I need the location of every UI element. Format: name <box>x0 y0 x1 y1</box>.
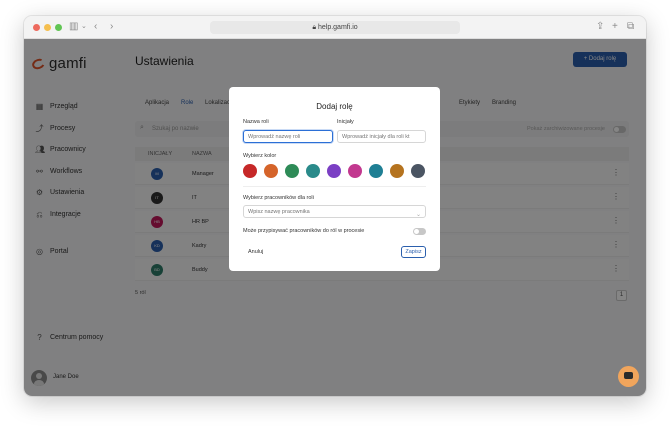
close-window-button[interactable] <box>33 24 40 31</box>
back-icon[interactable]: ‹ <box>94 21 97 33</box>
color-swatch[interactable] <box>369 164 383 178</box>
color-swatch[interactable] <box>264 164 278 178</box>
color-swatch[interactable] <box>243 164 257 178</box>
browser-window: ▥ ⌄ ‹ › 🔒︎ help.gamfi.io ⇪ + ⧉ gamfi ▦ Pr… <box>24 16 646 396</box>
color-swatch[interactable] <box>411 164 425 178</box>
assign-toggle[interactable] <box>413 228 426 235</box>
forward-icon[interactable]: › <box>110 21 113 33</box>
modal-backdrop[interactable]: Dodaj rolę Nazwa roli Inicjały Wybierz k… <box>24 39 646 396</box>
color-swatch[interactable] <box>348 164 362 178</box>
color-swatch[interactable] <box>327 164 341 178</box>
color-swatch[interactable] <box>306 164 320 178</box>
color-label: Wybierz kolor <box>243 153 277 159</box>
chevron-down-icon[interactable]: ⌄ <box>416 211 421 218</box>
role-name-input[interactable] <box>243 130 333 143</box>
address-bar[interactable]: 🔒︎ help.gamfi.io <box>210 21 460 34</box>
divider <box>243 186 426 187</box>
initials-label: Inicjały <box>337 119 354 125</box>
initials-input[interactable] <box>337 130 426 143</box>
role-name-label: Nazwa roli <box>243 119 269 125</box>
cancel-button[interactable]: Anuluj <box>248 249 263 255</box>
share-icon[interactable]: ⇪ <box>596 21 604 33</box>
color-swatch[interactable] <box>285 164 299 178</box>
add-role-modal: Dodaj rolę Nazwa roli Inicjały Wybierz k… <box>229 87 440 271</box>
url-text: help.gamfi.io <box>317 24 358 31</box>
maximize-window-button[interactable] <box>55 24 62 31</box>
chevron-down-icon[interactable]: ⌄ <box>81 21 87 33</box>
employees-label: Wybierz pracowników dla roli <box>243 195 314 201</box>
minimize-window-button[interactable] <box>44 24 51 31</box>
tabs-overview-icon[interactable]: ⧉ <box>627 21 634 33</box>
chat-support-button[interactable] <box>618 366 639 387</box>
browser-chrome: ▥ ⌄ ‹ › 🔒︎ help.gamfi.io ⇪ + ⧉ <box>24 16 646 39</box>
sidebar-toggle-icon[interactable]: ▥ <box>69 21 78 33</box>
modal-title: Dodaj rolę <box>316 102 353 111</box>
color-swatch[interactable] <box>390 164 404 178</box>
save-button[interactable]: Zapisz <box>401 246 426 258</box>
new-tab-icon[interactable]: + <box>612 21 618 33</box>
assign-label: Może przypisywać pracowników do ról w pr… <box>243 228 365 234</box>
employees-input[interactable] <box>243 205 426 218</box>
